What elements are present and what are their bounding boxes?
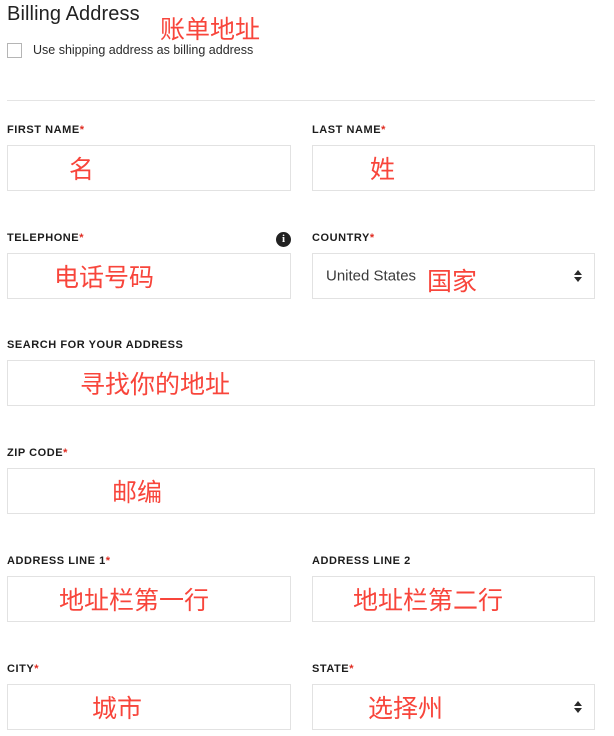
input-telephone[interactable]: [7, 253, 291, 299]
title-annotation: 账单地址: [160, 15, 261, 44]
billing-address-form: Billing Address 账单地址 Use shipping addres…: [0, 0, 614, 736]
label-country: COUNTRY*: [312, 232, 595, 245]
required-asterisk: *: [105, 555, 111, 567]
input-zip-code[interactable]: [7, 468, 595, 514]
label-country-text: COUNTRY: [312, 232, 370, 244]
field-city: CITY*: [7, 663, 291, 730]
select-state[interactable]: [312, 684, 595, 730]
label-last-name: LAST NAME*: [312, 124, 595, 137]
required-asterisk: *: [369, 232, 375, 244]
input-first-name[interactable]: [7, 145, 291, 191]
required-asterisk: *: [79, 124, 85, 136]
label-address-line-1-text: ADDRESS LINE 1: [7, 555, 106, 567]
select-country[interactable]: United States: [312, 253, 595, 299]
use-shipping-address-row[interactable]: Use shipping address as billing address: [7, 43, 253, 58]
required-asterisk: *: [349, 663, 354, 675]
label-zip-code: ZIP CODE*: [7, 447, 595, 460]
required-asterisk: *: [34, 663, 39, 675]
label-zip-code-text: ZIP CODE: [7, 447, 64, 459]
field-country: COUNTRY* United States: [312, 232, 595, 299]
field-state: STATE*: [312, 663, 595, 730]
use-shipping-address-label: Use shipping address as billing address: [33, 43, 254, 57]
chevron-updown-icon[interactable]: [573, 698, 582, 716]
label-first-name: FIRST NAME*: [7, 124, 291, 137]
select-country-value: United States: [326, 267, 417, 285]
label-state: STATE*: [312, 663, 595, 676]
input-last-name[interactable]: [312, 145, 595, 191]
use-shipping-address-checkbox[interactable]: [7, 43, 22, 58]
label-state-text: STATE: [312, 663, 350, 675]
field-first-name: FIRST NAME*: [7, 124, 291, 191]
field-telephone: TELEPHONE*: [7, 232, 291, 299]
label-telephone-text: TELEPHONE: [7, 232, 80, 244]
field-zip-code: ZIP CODE*: [7, 447, 595, 514]
input-search-address[interactable]: [7, 360, 595, 406]
required-asterisk: *: [381, 124, 386, 136]
input-address-line-1[interactable]: [7, 576, 291, 622]
input-address-line-2[interactable]: [312, 576, 595, 622]
label-address-line-1: ADDRESS LINE 1*: [7, 555, 291, 568]
label-address-line-2: ADDRESS LINE 2: [312, 555, 411, 567]
label-telephone: TELEPHONE*: [7, 232, 291, 245]
section-divider: [7, 100, 595, 101]
input-city[interactable]: [7, 684, 291, 730]
required-asterisk: *: [79, 232, 84, 244]
label-search-address: SEARCH FOR YOUR ADDRESS: [7, 339, 184, 351]
field-address-line-1: ADDRESS LINE 1*: [7, 555, 291, 622]
label-first-name-text: FIRST NAME: [7, 124, 80, 136]
info-icon[interactable]: i: [276, 232, 291, 247]
label-last-name-text: LAST NAME: [312, 124, 382, 136]
label-city: CITY*: [7, 663, 291, 676]
field-search-address: SEARCH FOR YOUR ADDRESS: [7, 339, 595, 406]
field-last-name: LAST NAME*: [312, 124, 595, 191]
required-asterisk: *: [63, 447, 68, 459]
page-title: Billing Address: [7, 3, 140, 25]
chevron-updown-icon[interactable]: [573, 267, 582, 285]
label-city-text: CITY: [7, 663, 35, 675]
field-address-line-2: ADDRESS LINE 2: [312, 555, 595, 622]
